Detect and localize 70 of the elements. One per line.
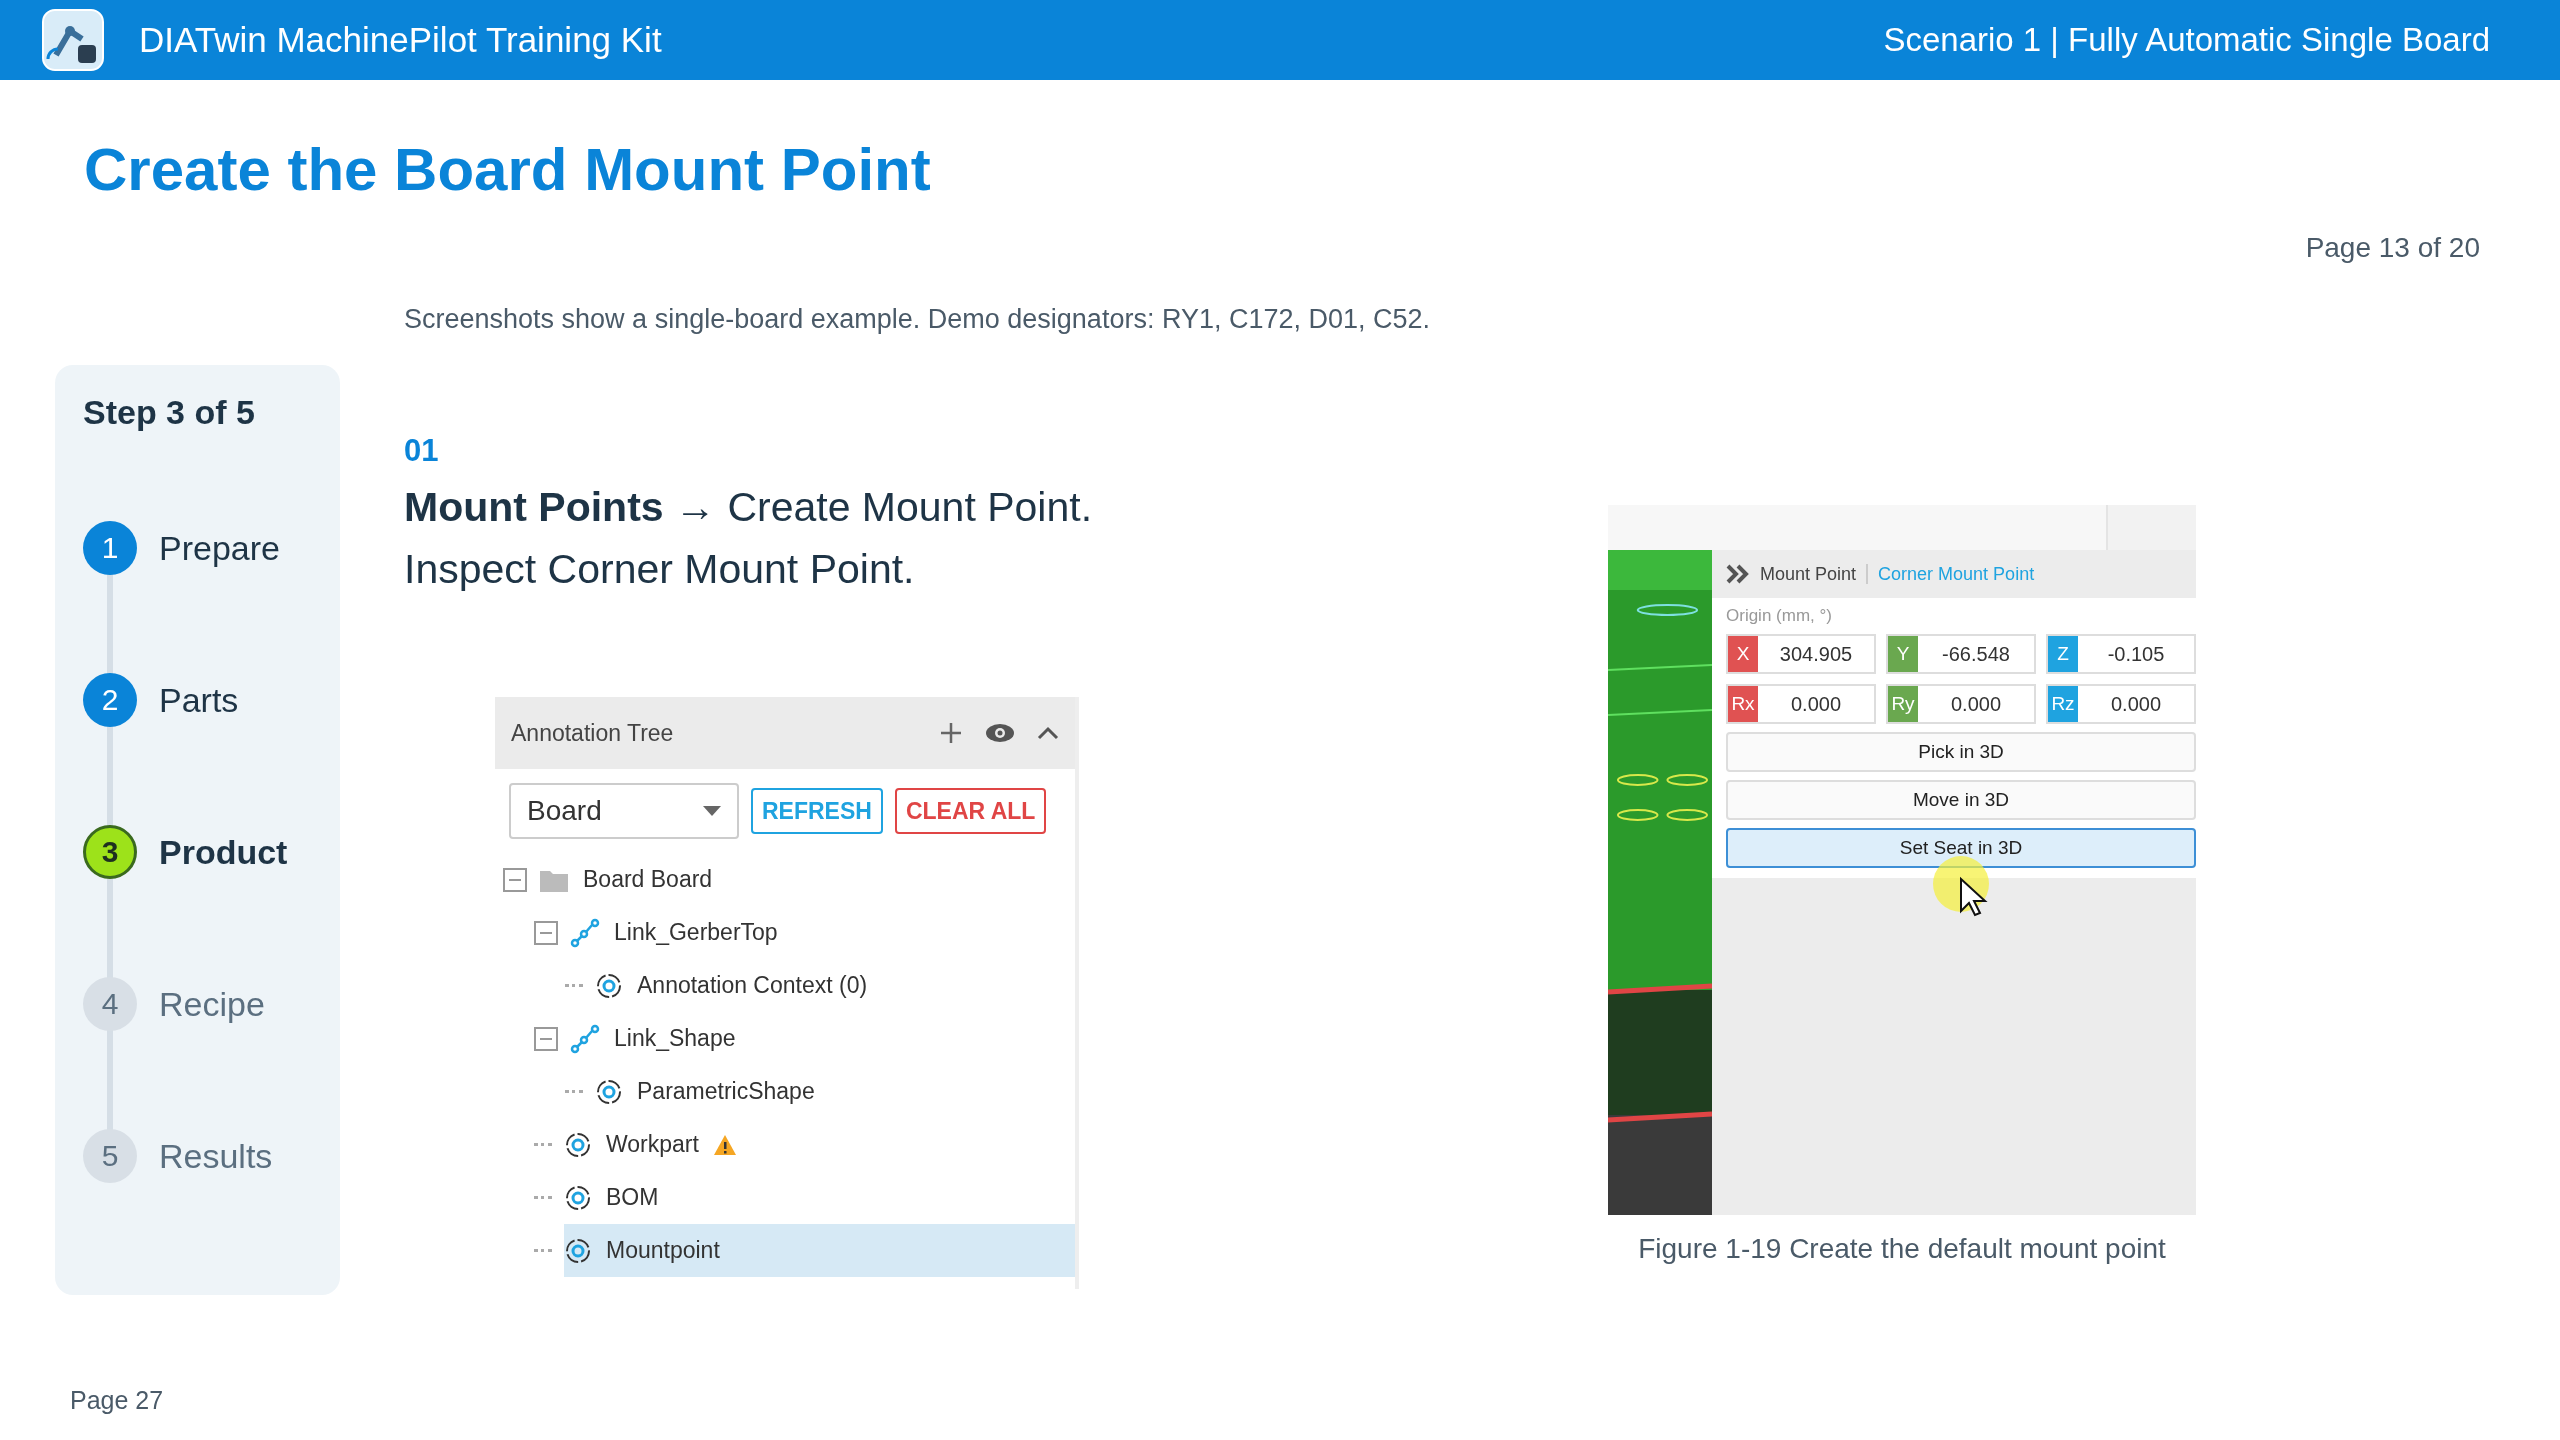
step-number[interactable]: 3 (83, 825, 137, 879)
step-label[interactable]: Recipe (159, 984, 265, 1024)
breadcrumb-item[interactable]: Mount Point (1760, 563, 1857, 585)
plus-icon[interactable] (939, 721, 963, 745)
tree-connector (534, 1249, 552, 1252)
target-icon (564, 1183, 592, 1212)
step-number[interactable]: 2 (83, 673, 137, 727)
action-button[interactable]: Move in 3D (1726, 780, 2196, 820)
step-label[interactable]: Parts (159, 680, 239, 720)
tree-item[interactable]: Workpart (564, 1118, 757, 1171)
instruction-text: Mount Points → Create Mount Point. (404, 483, 1094, 531)
axis-label: X (1728, 636, 1758, 672)
coordinate-field[interactable]: Y -66.548 (1886, 634, 2036, 674)
page-counter: Page 13 of 20 (2305, 232, 2480, 264)
step-number[interactable]: 5 (83, 1129, 137, 1183)
tree-item[interactable]: BOM (564, 1171, 679, 1224)
axis-label: Rx (1728, 686, 1758, 722)
logo-icon (42, 9, 104, 71)
link-icon (570, 917, 600, 948)
coordinate-field[interactable]: X 304.905 (1726, 634, 1876, 674)
coordinate-field[interactable]: Rx 0.000 (1726, 684, 1876, 724)
stepper-title: Step 3 of 5 (83, 393, 256, 432)
step-label[interactable]: Prepare (159, 528, 280, 568)
dropdown[interactable]: Board (509, 783, 739, 839)
target-icon (564, 1236, 592, 1265)
subtitle: Screenshots show a single-board example. Demo designators: RY1, C172, D01, C52. (404, 304, 1432, 335)
action-button[interactable]: Set Seat in 3D (1726, 828, 2196, 868)
tree-connector (565, 1090, 583, 1093)
tree-item[interactable]: Board Board (539, 853, 733, 906)
origin-label: Origin (mm, °) (1726, 606, 1833, 626)
tree-item[interactable]: Mountpoint (564, 1224, 1075, 1277)
collapse-icon[interactable] (534, 1026, 558, 1051)
caret-icon (703, 806, 721, 816)
tree-item[interactable]: ParametricShape (595, 1065, 835, 1118)
app-title: DIATwin MachinePilot Training Kit (139, 20, 663, 60)
coordinate-field[interactable]: Z -0.105 (2046, 634, 2196, 674)
step-label[interactable]: Product (159, 832, 288, 872)
eye-icon[interactable] (985, 723, 1015, 743)
link-icon (570, 1023, 600, 1054)
figure-caption: Figure 1-19 Create the default mount point (1638, 1233, 2166, 1265)
step-number[interactable]: 4 (83, 977, 137, 1031)
axis-label: Y (1888, 636, 1918, 672)
axis-label: Rz (2048, 686, 2078, 722)
page-title: Create the Board Mount Point (84, 135, 932, 204)
step-number-heading: 01 (404, 433, 440, 469)
axis-label: Z (2048, 636, 2078, 672)
panel-title: Annotation Tree (511, 719, 675, 747)
page-footer: Page 27 (70, 1386, 164, 1415)
clear-button[interactable]: CLEAR ALL (894, 788, 1047, 834)
step-number[interactable]: 1 (83, 521, 137, 575)
coordinate-field[interactable]: Rz 0.000 (2046, 684, 2196, 724)
instruction-text: Inspect Corner Mount Point. (404, 545, 916, 593)
scenario-label: Scenario 1 | Fully Automatic Single Board (1883, 21, 2490, 59)
collapse-icon[interactable] (503, 867, 527, 892)
step-label[interactable]: Results (159, 1136, 273, 1176)
coordinate-field[interactable]: Ry 0.000 (1886, 684, 2036, 724)
tree-item[interactable]: Link_GerberTop (570, 906, 798, 959)
double-chevron-icon[interactable] (1726, 564, 1750, 584)
action-button[interactable]: Pick in 3D (1726, 732, 2196, 772)
tree-item[interactable]: Annotation Context (0) (595, 959, 888, 1012)
tree-connector (534, 1143, 552, 1146)
chevron-up-icon[interactable] (1037, 726, 1059, 740)
target-icon (595, 971, 623, 1000)
collapse-icon[interactable] (534, 920, 558, 945)
tree-connector (534, 1196, 552, 1199)
target-icon (564, 1130, 592, 1159)
axis-label: Ry (1888, 686, 1918, 722)
target-icon (595, 1077, 623, 1106)
tree-connector (565, 984, 583, 987)
tree-item[interactable]: Link_Shape (570, 1012, 756, 1065)
